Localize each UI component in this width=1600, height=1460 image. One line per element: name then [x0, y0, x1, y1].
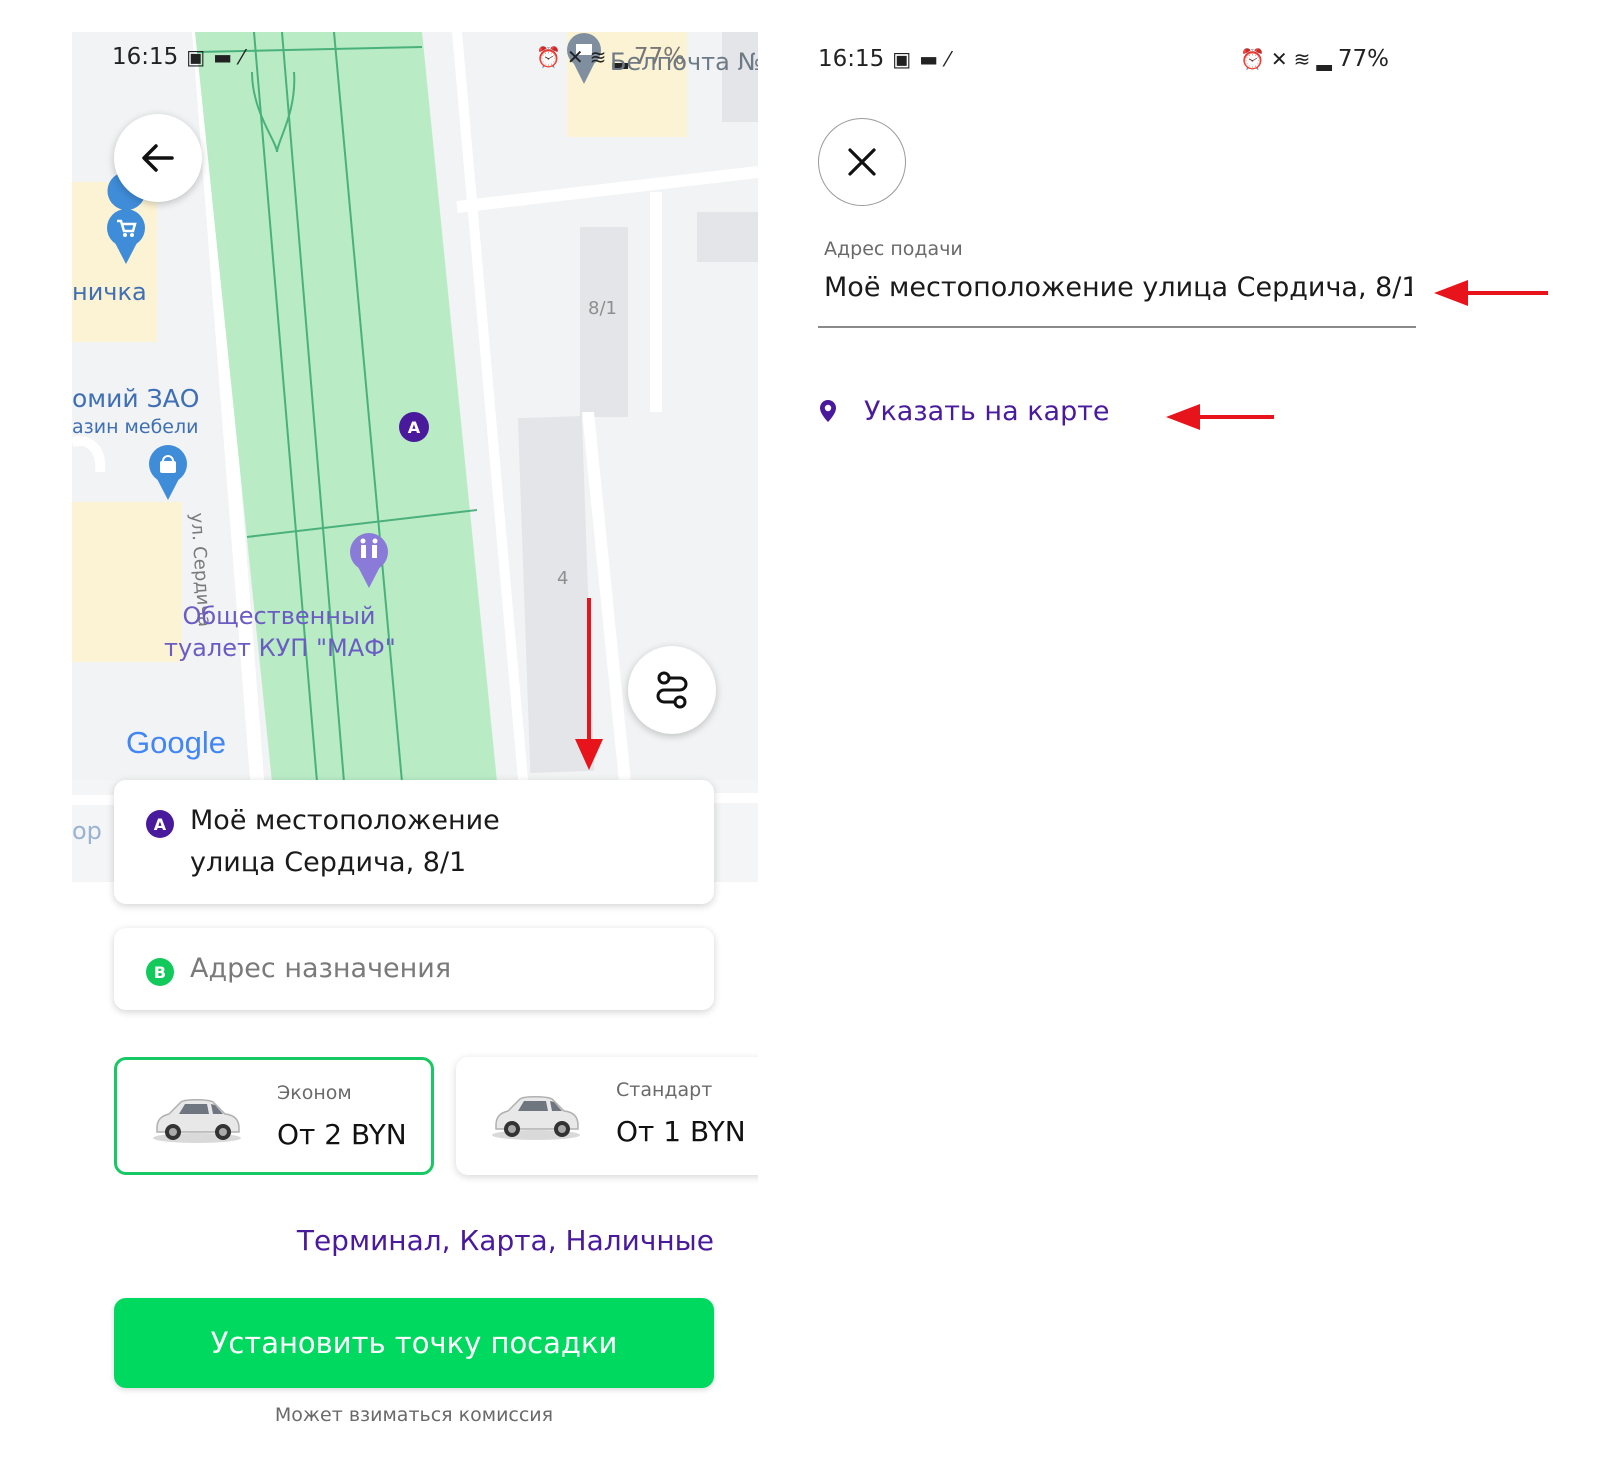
message-icon: ▬	[919, 47, 939, 71]
mute-icon: ✕	[1270, 47, 1288, 71]
commission-note: Может взиматься комиссия	[274, 1404, 554, 1426]
tariff-economy[interactable]: Эконом От 2 BYN	[114, 1057, 434, 1175]
signal-icon: ▂	[1316, 47, 1332, 71]
magic-wand-icon: ⁄	[946, 47, 950, 71]
map-view[interactable]: A 16:15 ▣ ▬ ⁄ ⏰ ✕ ≋ ▂ 77% Белпочта № нич…	[72, 32, 758, 882]
close-icon	[848, 148, 876, 176]
pickup-marker-letter: A	[408, 418, 421, 437]
status-battery: 77%	[1337, 46, 1389, 72]
destination-address-card[interactable]: B Адрес назначения	[114, 928, 714, 1010]
status-time: 16:15	[112, 44, 179, 70]
magic-wand-icon: ⁄	[240, 45, 244, 69]
map-label-partial: ор	[72, 817, 102, 845]
wifi-icon: ≋	[589, 45, 607, 69]
pickup-address-line2: улица Сердича, 8/1	[190, 847, 467, 878]
image-icon: ▣	[892, 47, 912, 71]
map-label-post-office: Белпочта №	[610, 48, 758, 76]
pickup-marker: A	[399, 412, 429, 442]
left-screen-ride-order: A 16:15 ▣ ▬ ⁄ ⏰ ✕ ≋ ▂ 77% Белпочта № нич…	[72, 32, 758, 1460]
mute-icon: ✕	[566, 45, 584, 69]
tariff-standard-price: От 1 BYN	[616, 1115, 746, 1148]
status-bar-left: 16:15 ▣ ▬ ⁄	[818, 46, 949, 72]
google-logo: Google	[126, 725, 226, 760]
pickup-address-card[interactable]: A Моё местоположение улица Сердича, 8/1	[114, 780, 714, 904]
map-label-shop: ничка	[72, 278, 147, 306]
pickup-badge: A	[146, 810, 174, 838]
status-bar-left: 16:15 ▣ ▬ ⁄	[112, 44, 243, 70]
choose-on-map-link[interactable]: Указать на карте	[818, 396, 1110, 427]
map-label-toilet-1: Общественный	[182, 602, 376, 630]
set-pickup-point-button[interactable]: Установить точку посадки	[114, 1298, 714, 1388]
map-label-building-8-1: 8/1	[588, 298, 617, 319]
right-screen-pickup-address: 16:15 ▣ ▬ ⁄ ⏰ ✕ ≋ ▂ 77% Адрес подачи Моё…	[800, 32, 1440, 732]
alarm-icon: ⏰	[1240, 47, 1265, 71]
map-label-furniture-1: омий ЗАО	[72, 384, 200, 413]
pickup-address-input[interactable]: Моё местоположение улица Сердича, 8/1	[824, 272, 1412, 303]
map-label-toilet-2: туалет КУП "МАФ"	[164, 634, 396, 662]
pickup-address-line1: Моё местоположение	[190, 805, 500, 836]
pickup-field-underline	[818, 326, 1416, 328]
tariff-standard[interactable]: Стандарт От 1 BYN	[456, 1057, 758, 1175]
car-icon	[153, 1099, 241, 1143]
image-icon: ▣	[186, 45, 206, 69]
wifi-icon: ≋	[1293, 47, 1311, 71]
tariff-standard-name: Стандарт	[616, 1079, 713, 1101]
annotation-arrow-left-address	[1434, 280, 1548, 306]
route-options-button[interactable]	[628, 646, 716, 734]
alarm-icon: ⏰	[536, 45, 561, 69]
annotation-arrow-left-map-link	[1166, 404, 1274, 430]
pickup-field-label: Адрес подачи	[824, 238, 963, 260]
message-icon: ▬	[213, 45, 233, 69]
status-time: 16:15	[818, 46, 885, 72]
tariff-economy-name: Эконом	[277, 1082, 352, 1104]
status-bar-right: ⏰ ✕ ≋ ▂ 77%	[1240, 46, 1389, 72]
payment-methods-link[interactable]: Терминал, Карта, Наличные	[297, 1224, 714, 1257]
map-label-furniture-2: азин мебели	[72, 416, 199, 438]
location-pin-icon	[820, 399, 836, 422]
route-options-icon	[656, 671, 688, 709]
tariff-economy-price: От 2 BYN	[277, 1118, 407, 1151]
car-icon	[492, 1096, 580, 1140]
map-label-building-4: 4	[557, 568, 569, 589]
back-button[interactable]	[114, 114, 202, 202]
choose-on-map-label: Указать на карте	[864, 396, 1110, 427]
back-arrow-icon	[142, 144, 174, 172]
destination-badge: B	[146, 958, 174, 986]
destination-placeholder: Адрес назначения	[190, 953, 452, 984]
close-button[interactable]	[818, 118, 906, 206]
